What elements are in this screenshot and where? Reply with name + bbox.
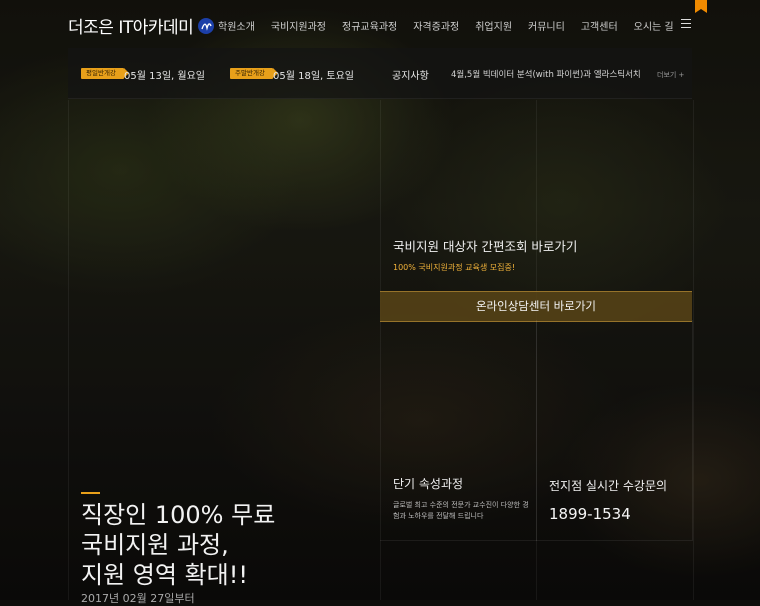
short-course-desc: 글로벌 최고 수준의 전문가 교수진이 다양한 경험과 노하우를 전달해 드립니…: [393, 501, 529, 520]
nav-item-support[interactable]: 고객센터: [581, 18, 618, 33]
weekend-open-date: 05월 18일, 토요일: [273, 71, 354, 82]
inquiry-title: 전지점 실시간 수강문의: [549, 479, 668, 493]
headline-date: 2017년 02월 27일부터: [81, 592, 195, 605]
nav-item-location[interactable]: 오시는 길: [634, 18, 674, 33]
weekday-open-date: 05월 13일, 월요일: [124, 71, 205, 82]
main-nav: 학원소개 국비지원과정 정규교육과정 자격증과정 취업지원 커뮤니티 고객센터 …: [210, 18, 682, 33]
inquiry-phone[interactable]: 1899-1534: [549, 505, 631, 523]
headline-accent-bar: [81, 492, 100, 494]
site-header: 더조은 IT아카데미 학원소개 국비지원과정 정규교육과정 자격증과정 취업지원…: [0, 0, 760, 48]
gov-support-lookup-link[interactable]: 국비지원 대상자 간편조회 바로가기: [393, 236, 577, 255]
logo-text: 더조은 IT아카데미: [68, 18, 194, 38]
notice-more-link[interactable]: 더보기 +: [657, 70, 684, 80]
main-headline: 직장인 100% 무료 국비지원 과정, 지원 영역 확대!!: [81, 500, 275, 590]
notice-bar: 평일반개강 05월 13일, 월요일 주말반개강 05월 18일, 토요일 공지…: [68, 48, 692, 99]
weekend-open-badge: 주말반개강: [230, 68, 278, 79]
nav-item-community[interactable]: 커뮤니티: [528, 18, 565, 33]
nav-item-certificate[interactable]: 자격증과정: [413, 18, 459, 33]
nav-item-employment[interactable]: 취업지원: [475, 18, 512, 33]
nav-item-about[interactable]: 학원소개: [218, 18, 255, 33]
nav-item-gov-course[interactable]: 국비지원과정: [271, 18, 326, 33]
nav-item-regular-course[interactable]: 정규교육과정: [342, 18, 397, 33]
site-logo[interactable]: 더조은 IT아카데미: [68, 13, 215, 38]
notice-label: 공지사항: [392, 71, 429, 82]
notice-headline-link[interactable]: 4월,5월 빅데이터 분석(with 파이썬)과 엘라스틱서치: [451, 68, 641, 80]
short-course-title: 단기 속성과정: [393, 477, 464, 491]
headline-line-2: 국비지원 과정,: [81, 531, 229, 559]
online-consult-button[interactable]: 온라인상담센터 바로가기: [380, 291, 692, 322]
hamburger-menu-icon[interactable]: [681, 19, 691, 31]
promo-subtitle: 100% 국비지원과정 교육생 모집중!: [393, 263, 516, 272]
weekday-open-badge: 평일반개강: [81, 68, 129, 79]
bookmark-icon[interactable]: [695, 0, 707, 13]
headline-line-1: 직장인 100% 무료: [81, 501, 276, 529]
headline-line-3: 지원 영역 확대!!: [81, 561, 248, 589]
